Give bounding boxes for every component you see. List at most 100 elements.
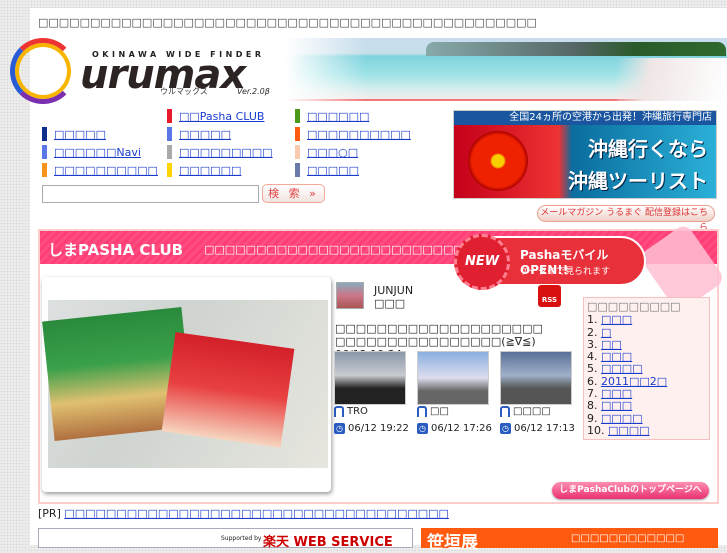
nav-item[interactable]: □□□□□□□□□□: [42, 162, 158, 178]
nav-label[interactable]: □□□□□□: [307, 110, 369, 123]
nav-label[interactable]: □□□□□□: [179, 164, 241, 177]
nav-label[interactable]: □□Pasha CLUB: [179, 110, 264, 123]
ranking-link[interactable]: □□□: [601, 350, 632, 363]
club-description: □□□□□□□□□□□□□□□□□□□□□□□□□□: [204, 243, 475, 256]
post-body: □□□□□□□□□□□□□□□□□□□□ □□□□□□□□□□□□□□□□(≧∇…: [335, 322, 543, 348]
hibiscus-icon: [468, 131, 528, 191]
clock-icon: ◷: [500, 423, 511, 434]
nav-label[interactable]: □□□□□: [179, 128, 231, 141]
thumb-date-text: 06/12 17:13: [514, 423, 575, 434]
orange-text: □□□□□□□□□□□□: [571, 533, 685, 544]
ranking-link[interactable]: 2011□□2□: [601, 375, 667, 388]
ranking-link[interactable]: □□□: [601, 313, 632, 326]
thumb-user: □□: [417, 406, 449, 417]
search-input[interactable]: [42, 185, 259, 203]
tagline: □□□□□□□□□□□□□□□□□□□□□□□□□□□□□□□□□□□□□□□□…: [38, 16, 537, 29]
nav-column-2: □□Pasha CLUB □□□□□ □□□□□□□□□ □□□□□□: [167, 108, 273, 178]
nav-label[interactable]: □□□□□□□□□□: [54, 164, 158, 177]
nav-label[interactable]: □□□□□: [54, 128, 106, 141]
nav-item[interactable]: □□□□□□□□□: [167, 144, 273, 160]
color-bar-icon: [295, 109, 300, 123]
supported-by: Supported by: [221, 535, 262, 542]
thumb-date: ◷ 06/12 17:26: [417, 423, 492, 434]
new-badge: NEW: [454, 234, 510, 290]
thumb-user-name: TRO: [347, 406, 368, 417]
nav-item[interactable]: □□□□□: [167, 126, 273, 142]
color-bar-icon: [42, 145, 47, 159]
nav-label[interactable]: □□□○□: [307, 146, 358, 159]
user-name: JUNJUN: [374, 284, 414, 297]
thumbnail[interactable]: [417, 351, 489, 405]
ranking-link[interactable]: □□□□: [601, 362, 643, 375]
user-icon: [417, 406, 427, 417]
search-button[interactable]: 検 索 »: [262, 184, 325, 203]
ranking-link[interactable]: □: [601, 326, 611, 339]
nav-column-3: □□□□□□ □□□□□□□□□□ □□□○□ □□□□□: [295, 108, 411, 178]
thumb-user: □□□□: [500, 406, 551, 417]
pr-label: [PR]: [38, 507, 61, 520]
nav-item[interactable]: □□□□□□: [167, 162, 273, 178]
user-subtitle: □□□: [374, 297, 406, 310]
thumbnail[interactable]: [500, 351, 572, 405]
clock-icon: ◷: [417, 423, 428, 434]
thumb-user-name: □□: [430, 406, 449, 417]
rakuten-webservice-box: Supported by 楽天 WEB SERVICE: [38, 528, 413, 550]
ad-line-2: 沖縄ツーリスト: [568, 169, 708, 193]
orange-banner[interactable]: 笹垣展 □□□□□□□□□□□□: [421, 528, 718, 553]
logo-kana: ウルマックス: [160, 87, 208, 96]
thumb-date: ◷ 06/12 19:22: [334, 423, 409, 434]
mobile-subtitle: ケータイで見られます: [520, 267, 611, 277]
featured-photo-card: [42, 277, 331, 492]
nav-label[interactable]: □□□□□: [307, 164, 359, 177]
nav-item[interactable]: □□□□□: [42, 126, 158, 142]
ranking-link[interactable]: □□□: [601, 399, 632, 412]
rss-icon[interactable]: RSS: [538, 285, 561, 307]
nav-label[interactable]: □□□□□□□□□□: [307, 128, 411, 141]
ranking-link[interactable]: □□□: [601, 387, 632, 400]
ad-line-1: 沖縄行くなら: [588, 137, 708, 161]
avatar[interactable]: [336, 282, 364, 309]
club-logo[interactable]: しまPASHA CLUB: [48, 239, 183, 260]
user-icon: [334, 406, 344, 417]
thumbnail[interactable]: [334, 351, 406, 405]
color-bar-icon: [167, 163, 172, 177]
webservice-logo[interactable]: 楽天 WEB SERVICE: [263, 531, 393, 550]
nav-item[interactable]: □□□□□□□□□□: [295, 126, 411, 142]
ranking-title: □□□□□□□□□: [587, 300, 681, 313]
pr-line: [PR] □□□□□□□□□□□□□□□□□□□□□□□□□□□□□□□□□□□…: [38, 507, 449, 520]
color-bar-icon: [295, 127, 300, 141]
thumb-date-text: 06/12 17:26: [431, 423, 492, 434]
ranking-link[interactable]: □□: [601, 338, 622, 351]
ranking-box: □□□□□□□□□ 1. □□□ 2. □ 3. □□ 4. □□□ 5. □□…: [583, 297, 710, 440]
club-top-page-button[interactable]: しまPashaClubのトップページへ: [552, 482, 709, 499]
nav-item[interactable]: □□□□□□: [295, 108, 411, 124]
pr-link[interactable]: □□□□□□□□□□□□□□□□□□□□□□□□□□□□□□□□□□□□□: [64, 507, 449, 520]
color-bar-icon: [42, 127, 47, 141]
mail-magazine-button[interactable]: メールマガジン うるまぐ 配信登録はこちら: [537, 205, 715, 233]
header-banner-photo: [286, 38, 727, 101]
nav-column-1: □□□□□ □□□□□□Navi □□□□□□□□□□: [42, 126, 158, 178]
pasha-club-panel: しまPASHA CLUB □□□□□□□□□□□□□□□□□□□□□□□□□□ …: [38, 222, 726, 504]
nav-label[interactable]: □□□□□□□□□: [179, 146, 273, 159]
user-icon: [500, 406, 510, 417]
color-bar-icon: [167, 127, 172, 141]
color-bar-icon: [295, 145, 300, 159]
nav-item[interactable]: □□□○□: [295, 144, 411, 160]
nav-label[interactable]: □□□□□□Navi: [54, 146, 141, 159]
color-bar-icon: [42, 163, 47, 177]
nav-item[interactable]: □□Pasha CLUB: [167, 108, 273, 124]
ranking-item: 10. □□□□: [587, 423, 650, 437]
nav-item[interactable]: □□□□□□Navi: [42, 144, 158, 160]
nav-item[interactable]: □□□□□: [295, 162, 411, 178]
ranking-link[interactable]: □□□□: [608, 424, 650, 437]
thumb-user: TRO: [334, 406, 368, 417]
clock-icon: ◷: [334, 423, 345, 434]
color-bar-icon: [295, 163, 300, 177]
featured-photo[interactable]: [42, 300, 328, 468]
ranking-link[interactable]: □□□□: [601, 412, 643, 425]
color-bar-icon: [167, 109, 172, 123]
mobile-open-banner[interactable]: NEW PashaモバイルOPEN!! ケータイで見られます: [454, 234, 646, 290]
tourist-ad-banner[interactable]: 全国24ヵ所の空港から出発！沖縄旅行専門店 沖縄行くなら 沖縄ツーリスト: [453, 110, 717, 199]
thumb-date-text: 06/12 19:22: [348, 423, 409, 434]
color-bar-icon: [167, 145, 172, 159]
